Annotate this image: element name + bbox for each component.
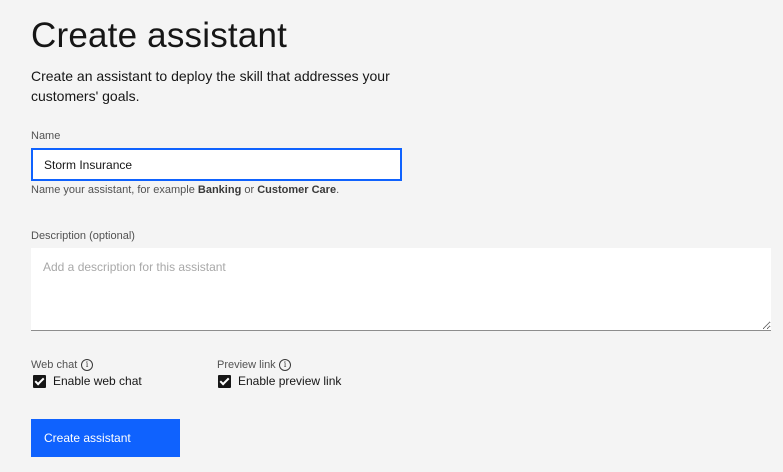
create-assistant-button[interactable]: Create assistant (31, 419, 180, 457)
description-textarea[interactable] (31, 248, 771, 331)
helper-suffix: . (336, 184, 340, 196)
preview-link-checkbox-label[interactable]: Enable preview link (238, 374, 341, 388)
description-label: Description (optional) (31, 230, 135, 242)
web-chat-checkbox-label[interactable]: Enable web chat (53, 374, 142, 388)
web-chat-label: Web chat (31, 359, 78, 371)
web-chat-checkbox[interactable] (33, 375, 46, 388)
helper-example-customer-care: Customer Care (257, 184, 337, 196)
preview-link-info-icon[interactable]: i (279, 359, 291, 371)
preview-link-checkbox[interactable] (218, 375, 231, 388)
helper-example-banking: Banking (197, 184, 242, 196)
page-title: Create assistant (31, 16, 288, 55)
name-label: Name (31, 130, 61, 142)
name-helper-text: Name your assistant, for example Banking… (31, 184, 339, 196)
web-chat-info-icon[interactable]: i (81, 359, 93, 371)
helper-prefix: Name your assistant, for example (31, 184, 198, 196)
preview-link-label: Preview link (217, 359, 276, 371)
name-input[interactable] (31, 148, 402, 181)
helper-middle: or (241, 184, 258, 196)
page-subtitle: Create an assistant to deploy the skill … (31, 68, 390, 104)
